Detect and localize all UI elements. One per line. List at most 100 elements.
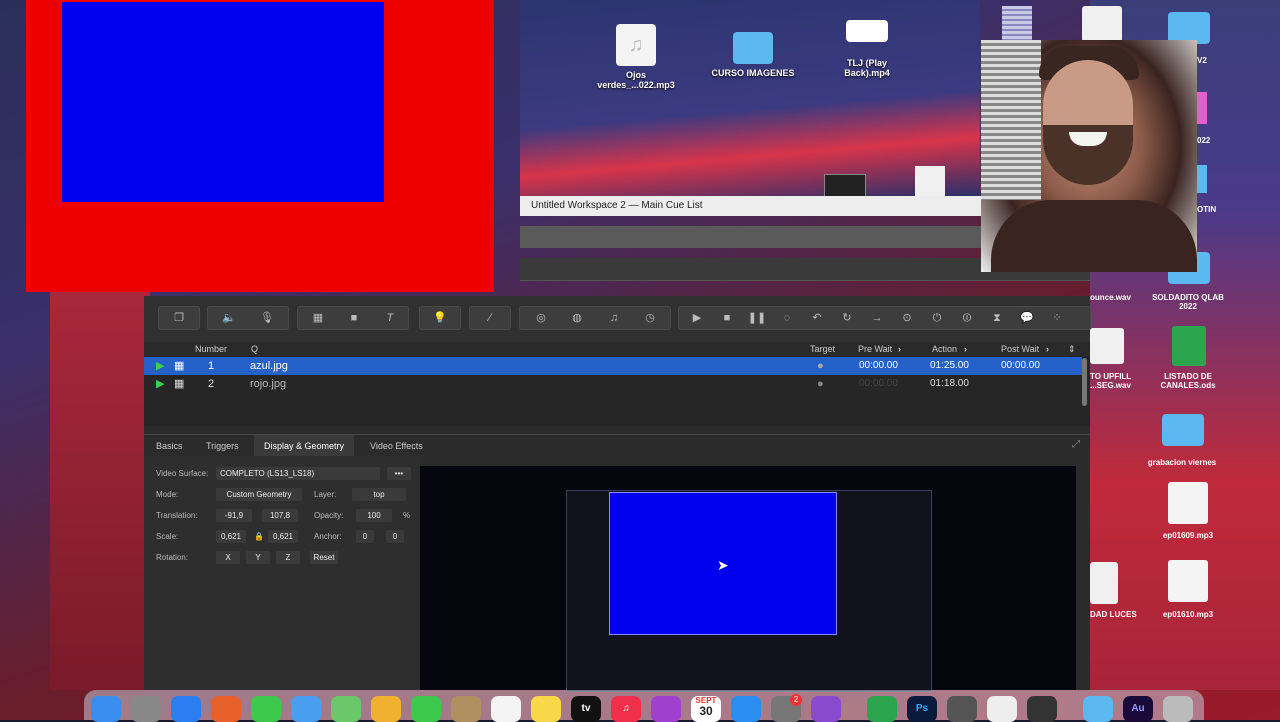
calendar-icon[interactable]: SEPT 30 xyxy=(691,696,721,722)
maps-icon[interactable] xyxy=(331,696,361,722)
load-icon[interactable]: ◌ xyxy=(772,307,802,329)
play-icon[interactable]: ▶ xyxy=(156,375,164,393)
firefox-icon[interactable] xyxy=(211,696,241,722)
script-icon[interactable]: ⁘ xyxy=(1042,307,1072,329)
desktop-icon-tlj-playback[interactable]: TLJ (Play Back).mp4 xyxy=(817,20,917,78)
desktop-icon-label[interactable]: ounce.wav xyxy=(1090,293,1131,302)
launchpad-icon[interactable] xyxy=(131,696,161,722)
tab-video-effects[interactable]: Video Effects xyxy=(360,435,433,457)
reminders-icon[interactable] xyxy=(491,696,521,722)
audio-icon[interactable]: 🔈 xyxy=(214,307,244,329)
column-number[interactable]: Number xyxy=(195,342,227,356)
mic-icon[interactable]: 🎙 xyxy=(252,307,282,329)
cue-pre-wait[interactable]: 00:00.00 xyxy=(859,375,898,393)
finder-icon[interactable] xyxy=(91,696,121,722)
disarm-icon[interactable]: ⏼ xyxy=(952,307,982,329)
obs-icon[interactable] xyxy=(1027,696,1057,722)
cue-action[interactable]: 01:18.00 xyxy=(930,375,969,393)
desktop-icon-label[interactable]: TO UPFILL ...SEG.wav xyxy=(1090,372,1131,390)
folder-icon[interactable] xyxy=(1083,696,1113,722)
anchor-x-field[interactable]: 0 xyxy=(356,530,374,543)
desktop-icon-label[interactable]: 022 xyxy=(1197,136,1210,145)
goto-icon[interactable]: → xyxy=(862,307,892,329)
video-surface-more-button[interactable]: ••• xyxy=(387,467,411,480)
contacts-icon[interactable] xyxy=(451,696,481,722)
numbers-icon[interactable] xyxy=(867,696,897,722)
column-target[interactable]: Target xyxy=(810,342,835,356)
video-icon[interactable]: ▦ xyxy=(303,307,333,329)
midi-file-icon[interactable]: ♫ xyxy=(599,307,629,329)
automator-icon[interactable] xyxy=(947,696,977,722)
rotation-y-button[interactable]: Y xyxy=(246,551,270,564)
reset-icon[interactable]: ↶ xyxy=(802,307,832,329)
desktop-icon-label[interactable]: DAD LUCES xyxy=(1090,610,1137,619)
app-store-icon[interactable] xyxy=(731,696,761,722)
messages-icon[interactable] xyxy=(251,696,281,722)
tab-display-geometry[interactable]: Display & Geometry xyxy=(254,435,355,457)
desktop-icon-label[interactable]: SOLDADITO QLAB 2022 xyxy=(1140,293,1236,311)
opacity-field[interactable]: 100 xyxy=(356,509,392,522)
music-icon[interactable]: ♫ xyxy=(611,696,641,722)
start-icon[interactable]: ▶ xyxy=(682,307,712,329)
scale-x-field[interactable]: 0,621 xyxy=(216,530,246,543)
trash-icon[interactable] xyxy=(1163,696,1193,722)
pause-icon[interactable]: ❚❚ xyxy=(742,307,772,329)
desktop-icon-curso-imagenes[interactable]: CURSO IMAGENES xyxy=(703,24,803,78)
midi-icon[interactable]: ◍ xyxy=(562,307,592,329)
desktop-icon-label[interactable]: ep01609.mp3 xyxy=(1140,531,1236,540)
facetime-icon[interactable] xyxy=(411,696,441,722)
fade-icon[interactable]: ⁄ xyxy=(475,307,505,329)
tv-icon[interactable]: tv xyxy=(571,696,601,722)
scale-y-field[interactable]: 0,621 xyxy=(268,530,298,543)
cue-pre-wait[interactable]: 00:00.00 xyxy=(859,357,898,375)
cue-row-1[interactable]: ▶ ▦ 1 azul.jpg ● 00:00.00 01:25.00 00:00… xyxy=(144,357,1082,375)
notes-icon[interactable] xyxy=(531,696,561,722)
text-icon[interactable]: T xyxy=(375,307,405,329)
desktop-icon-label[interactable]: LISTADO DE CANALES.ods xyxy=(1140,372,1236,390)
workspace-title-bar[interactable]: Untitled Workspace 2 — Main Cue List xyxy=(520,196,981,216)
column-post-wait[interactable]: Post Wait xyxy=(1001,342,1039,356)
network-icon[interactable]: ◎ xyxy=(526,307,556,329)
devamp-icon[interactable]: ↻ xyxy=(832,307,862,329)
desktop-icon-ojos-verdes[interactable]: Ojos verdes_...022.mp3 xyxy=(586,24,686,90)
desktop-icon-label[interactable]: OTIN xyxy=(1197,205,1216,214)
tab-basics[interactable]: Basics xyxy=(146,435,193,457)
audition-icon[interactable]: Au xyxy=(1123,696,1153,722)
lock-icon[interactable]: 🔒 xyxy=(254,532,264,541)
expand-icon[interactable]: ⤢ xyxy=(1072,439,1080,450)
column-action[interactable]: Action xyxy=(932,342,957,356)
cue-list-scrollbar[interactable] xyxy=(1082,358,1087,406)
safari-icon[interactable] xyxy=(171,696,201,722)
reset-button[interactable]: Reset xyxy=(310,551,338,564)
cue-post-wait[interactable]: 00:00.00 xyxy=(1001,357,1040,375)
sort-icon[interactable]: ⇕ xyxy=(1068,342,1076,356)
cue-name[interactable]: azul.jpg xyxy=(250,357,288,375)
photoshop-icon[interactable]: Ps xyxy=(907,696,937,722)
mail-icon[interactable] xyxy=(291,696,321,722)
target-icon[interactable]: ⊙ xyxy=(892,307,922,329)
rotation-z-button[interactable]: Z xyxy=(276,551,300,564)
timecode-icon[interactable]: ◷ xyxy=(635,307,665,329)
group-icon[interactable]: ❐ xyxy=(164,307,194,329)
tab-triggers[interactable]: Triggers xyxy=(196,435,249,457)
rotation-x-button[interactable]: X xyxy=(216,551,240,564)
column-q[interactable]: Q xyxy=(251,342,258,356)
cue-action[interactable]: 01:25.00 xyxy=(930,357,969,375)
camera-icon[interactable]: ■ xyxy=(339,307,369,329)
column-pre-wait[interactable]: Pre Wait xyxy=(858,342,892,356)
translation-x-field[interactable]: -91,9 xyxy=(216,509,252,522)
podcasts-icon[interactable] xyxy=(651,696,681,722)
memo-icon[interactable]: 💬 xyxy=(1012,307,1042,329)
translation-y-field[interactable]: 107,8 xyxy=(262,509,298,522)
desktop-icon-label[interactable]: grabacion viernes xyxy=(1134,458,1230,467)
light-icon[interactable]: 💡 xyxy=(425,307,455,329)
anchor-y-field[interactable]: 0 xyxy=(386,530,404,543)
layer-select[interactable]: top xyxy=(352,488,406,501)
desktop-icon-label[interactable]: ep01610.mp3 xyxy=(1140,610,1236,619)
preview-icon[interactable] xyxy=(987,696,1017,722)
wait-icon[interactable]: ⧗ xyxy=(982,307,1012,329)
qlab-icon[interactable] xyxy=(811,696,841,722)
desktop-icon-label[interactable]: V2 xyxy=(1197,56,1207,65)
stop-icon[interactable]: ■ xyxy=(712,307,742,329)
arm-icon[interactable]: ⏻ xyxy=(922,307,952,329)
